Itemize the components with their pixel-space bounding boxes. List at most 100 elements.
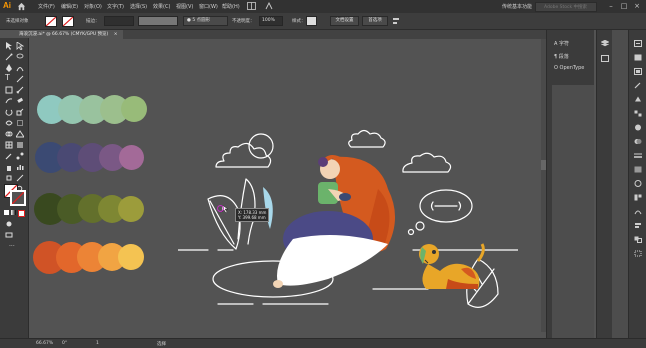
paragraph-icon: ¶	[554, 54, 558, 60]
stroke-swatch[interactable]	[62, 16, 74, 27]
appearance-icon[interactable]	[634, 124, 642, 131]
tab-close-icon[interactable]: ×	[114, 32, 118, 37]
layers-icon[interactable]	[601, 40, 609, 47]
canvas-area[interactable]	[28, 39, 546, 338]
sun	[248, 133, 274, 159]
shape-builder-tool-icon[interactable]	[5, 130, 13, 138]
image-trace-icon[interactable]	[634, 208, 642, 215]
home-icon[interactable]	[17, 2, 26, 11]
brushes-icon[interactable]	[634, 82, 642, 89]
workspace-switcher[interactable]: 传统基本功能	[502, 3, 532, 10]
type-tool-icon[interactable]: T	[5, 74, 13, 82]
transparency-icon[interactable]	[634, 138, 642, 145]
artboard-tool-icon[interactable]	[5, 174, 13, 182]
scale-tool-icon[interactable]	[16, 108, 24, 116]
align-icon[interactable]	[392, 17, 402, 25]
paintbrush-tool-icon[interactable]	[16, 86, 24, 94]
broadcast-icon[interactable]	[265, 2, 274, 10]
width-tool-icon[interactable]	[5, 119, 13, 127]
stroke-weight-field[interactable]	[104, 16, 134, 26]
artboard-number[interactable]: 1	[96, 341, 99, 346]
stroke-icon[interactable]	[634, 152, 642, 159]
eraser-tool-icon[interactable]	[16, 97, 24, 105]
symbol-sprayer-tool-icon[interactable]	[5, 163, 13, 171]
free-transform-tool-icon[interactable]	[16, 119, 24, 127]
align-panel-icon[interactable]	[634, 222, 642, 229]
arrange-icon[interactable]	[247, 2, 256, 10]
menu-help[interactable]: 帮助(H)	[222, 3, 240, 10]
swatch-r4-c5[interactable]	[118, 244, 144, 270]
color-mode-button[interactable]	[4, 210, 9, 215]
maximize-button[interactable]: □	[620, 2, 628, 10]
rotate-tool-icon[interactable]	[5, 108, 13, 116]
opacity-field[interactable]: 100%	[259, 16, 283, 26]
more-tools-icon[interactable]: ···	[9, 243, 15, 250]
brush-definition[interactable]: ● 5 点圆形	[183, 16, 228, 26]
illustration-artwork[interactable]	[178, 79, 518, 309]
stroke-color[interactable]	[10, 190, 26, 206]
pathfinder-icon[interactable]	[634, 236, 642, 243]
none-mode-button[interactable]	[18, 210, 25, 217]
menu-file[interactable]: 文件(F)	[38, 3, 55, 10]
preferences-button[interactable]: 首选项	[362, 16, 388, 26]
fill-swatch[interactable]	[45, 16, 57, 27]
screen-mode-icon[interactable]	[5, 231, 13, 239]
panel-opentype[interactable]: O OpenType	[554, 65, 584, 71]
close-button[interactable]: ×	[633, 2, 641, 10]
rectangle-tool-icon[interactable]	[5, 86, 13, 94]
perspective-grid-tool-icon[interactable]	[16, 130, 24, 138]
graphic-styles-icon[interactable]	[634, 110, 642, 117]
swatch-r2-c5[interactable]	[119, 145, 144, 170]
gradient-icon[interactable]	[634, 166, 642, 173]
transform-icon[interactable]	[634, 250, 642, 257]
document-tab[interactable]: 海浪沉浸.ai* @ 66.67% (CMYK/GPU 预览) ×	[14, 30, 123, 39]
search-input[interactable]	[536, 4, 594, 11]
menu-type[interactable]: 文字(T)	[107, 3, 124, 10]
swatches-icon[interactable]	[634, 194, 642, 201]
minimize-button[interactable]: –	[607, 2, 615, 10]
direct-selection-tool-icon[interactable]	[16, 42, 24, 50]
menu-effect[interactable]: 效果(C)	[153, 3, 170, 10]
properties-icon[interactable]	[634, 40, 642, 47]
draw-mode-icon[interactable]	[5, 220, 13, 228]
selection-tool-icon[interactable]	[5, 42, 13, 50]
shaper-tool-icon[interactable]	[5, 97, 13, 105]
gradient-tool-icon[interactable]	[16, 141, 24, 149]
column-graph-tool-icon[interactable]	[16, 163, 24, 171]
panel-body-empty	[552, 85, 594, 338]
panel-icon-column-a	[596, 30, 613, 338]
menu-view[interactable]: 视图(V)	[176, 3, 193, 10]
pen-tool-icon[interactable]	[5, 64, 13, 72]
rotation-angle[interactable]: 0°	[62, 341, 67, 346]
swatch-r1-c5[interactable]	[121, 96, 147, 122]
menu-select[interactable]: 选择(S)	[130, 3, 147, 10]
document-setup-button[interactable]: 文档设置	[330, 16, 359, 26]
line-tool-icon[interactable]	[16, 75, 24, 83]
curvature-tool-icon[interactable]	[16, 64, 24, 72]
eyedropper-tool-icon[interactable]	[5, 152, 13, 160]
symbols-icon[interactable]	[634, 96, 642, 103]
stock-search[interactable]	[535, 2, 597, 12]
opentype-icon: O	[554, 65, 558, 71]
panel-character[interactable]: A 字符	[554, 40, 569, 47]
lasso-tool-icon[interactable]	[16, 53, 24, 61]
anchor-point-marker	[217, 205, 224, 212]
gradient-mode-button[interactable]	[11, 210, 16, 215]
libraries-icon[interactable]	[634, 54, 642, 61]
color-icon[interactable]	[634, 180, 642, 187]
menu-object[interactable]: 对象(O)	[84, 3, 102, 10]
mesh-tool-icon[interactable]	[5, 141, 13, 149]
swatch-r3-c5[interactable]	[118, 196, 144, 222]
menu-edit[interactable]: 编辑(E)	[61, 3, 78, 10]
menu-window[interactable]: 窗口(W)	[199, 3, 218, 10]
zoom-level[interactable]: 66.67%	[36, 341, 53, 346]
blend-tool-icon[interactable]	[16, 152, 24, 160]
artboards-icon[interactable]	[601, 55, 609, 62]
magic-wand-tool-icon[interactable]	[5, 53, 13, 61]
slice-tool-icon[interactable]	[16, 174, 24, 182]
cursor-coordinates-tooltip: X: 178.33 mm Y: 399.68 mm	[235, 208, 270, 222]
graphic-style-swatch[interactable]	[306, 16, 317, 26]
color-guide-icon[interactable]	[634, 68, 642, 75]
panel-paragraph[interactable]: ¶ 段落	[554, 53, 569, 60]
variable-width-profile[interactable]	[138, 16, 178, 26]
